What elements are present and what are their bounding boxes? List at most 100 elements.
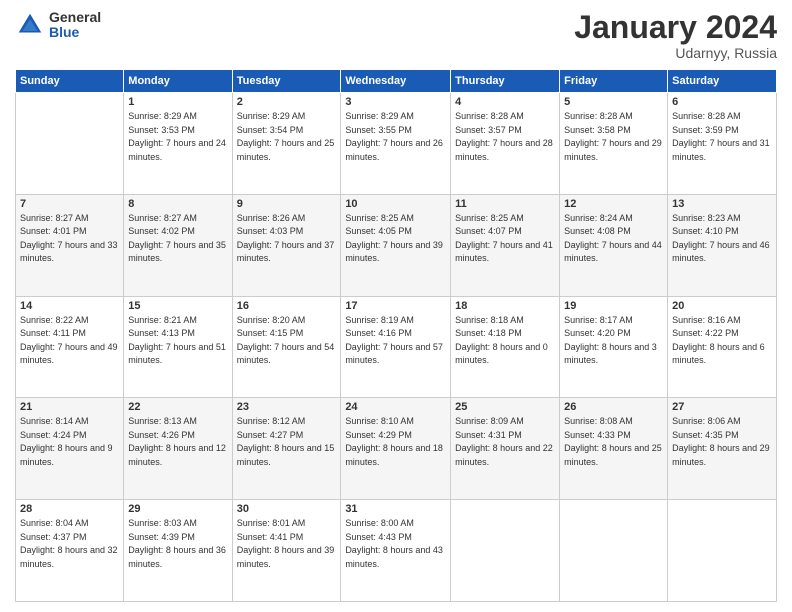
table-row: 17 Sunrise: 8:19 AM Sunset: 4:16 PM Dayl… — [341, 296, 451, 398]
sunset-text: Sunset: 4:43 PM — [345, 531, 446, 545]
day-info: Sunrise: 8:28 AM Sunset: 3:58 PM Dayligh… — [564, 110, 663, 164]
daylight-text: Daylight: 7 hours and 54 minutes. — [237, 341, 337, 368]
sunrise-text: Sunrise: 8:10 AM — [345, 415, 446, 429]
table-row: 21 Sunrise: 8:14 AM Sunset: 4:24 PM Dayl… — [16, 398, 124, 500]
sunset-text: Sunset: 4:05 PM — [345, 225, 446, 239]
table-row: 19 Sunrise: 8:17 AM Sunset: 4:20 PM Dayl… — [560, 296, 668, 398]
header: General Blue January 2024 Udarnyy, Russi… — [15, 10, 777, 61]
table-row: 26 Sunrise: 8:08 AM Sunset: 4:33 PM Dayl… — [560, 398, 668, 500]
table-row: 23 Sunrise: 8:12 AM Sunset: 4:27 PM Dayl… — [232, 398, 341, 500]
sunrise-text: Sunrise: 8:12 AM — [237, 415, 337, 429]
sunset-text: Sunset: 4:03 PM — [237, 225, 337, 239]
page: General Blue January 2024 Udarnyy, Russi… — [0, 0, 792, 612]
sunrise-text: Sunrise: 8:29 AM — [345, 110, 446, 124]
sunrise-text: Sunrise: 8:26 AM — [237, 212, 337, 226]
sunset-text: Sunset: 4:35 PM — [672, 429, 772, 443]
day-number: 25 — [455, 401, 555, 413]
day-info: Sunrise: 8:14 AM Sunset: 4:24 PM Dayligh… — [20, 415, 119, 469]
col-sunday: Sunday — [16, 70, 124, 93]
col-friday: Friday — [560, 70, 668, 93]
day-info: Sunrise: 8:27 AM Sunset: 4:01 PM Dayligh… — [20, 212, 119, 266]
logo-text: General Blue — [49, 10, 101, 41]
day-info: Sunrise: 8:28 AM Sunset: 3:59 PM Dayligh… — [672, 110, 772, 164]
day-number: 13 — [672, 198, 772, 210]
sunset-text: Sunset: 4:33 PM — [564, 429, 663, 443]
day-number: 29 — [128, 503, 227, 515]
calendar-table: Sunday Monday Tuesday Wednesday Thursday… — [15, 69, 777, 602]
daylight-text: Daylight: 7 hours and 29 minutes. — [564, 137, 663, 164]
daylight-text: Daylight: 7 hours and 57 minutes. — [345, 341, 446, 368]
sunset-text: Sunset: 3:54 PM — [237, 124, 337, 138]
table-row — [560, 500, 668, 602]
daylight-text: Daylight: 8 hours and 15 minutes. — [237, 442, 337, 469]
sunset-text: Sunset: 4:31 PM — [455, 429, 555, 443]
sunrise-text: Sunrise: 8:28 AM — [672, 110, 772, 124]
sunset-text: Sunset: 4:01 PM — [20, 225, 119, 239]
sunset-text: Sunset: 4:18 PM — [455, 327, 555, 341]
table-row — [451, 500, 560, 602]
day-number: 12 — [564, 198, 663, 210]
calendar-week-row: 1 Sunrise: 8:29 AM Sunset: 3:53 PM Dayli… — [16, 93, 777, 195]
table-row: 7 Sunrise: 8:27 AM Sunset: 4:01 PM Dayli… — [16, 194, 124, 296]
table-row: 5 Sunrise: 8:28 AM Sunset: 3:58 PM Dayli… — [560, 93, 668, 195]
table-row: 4 Sunrise: 8:28 AM Sunset: 3:57 PM Dayli… — [451, 93, 560, 195]
day-number: 28 — [20, 503, 119, 515]
calendar-week-row: 7 Sunrise: 8:27 AM Sunset: 4:01 PM Dayli… — [16, 194, 777, 296]
col-tuesday: Tuesday — [232, 70, 341, 93]
table-row: 24 Sunrise: 8:10 AM Sunset: 4:29 PM Dayl… — [341, 398, 451, 500]
daylight-text: Daylight: 8 hours and 12 minutes. — [128, 442, 227, 469]
sunset-text: Sunset: 4:22 PM — [672, 327, 772, 341]
daylight-text: Daylight: 7 hours and 41 minutes. — [455, 239, 555, 266]
sunrise-text: Sunrise: 8:14 AM — [20, 415, 119, 429]
table-row: 8 Sunrise: 8:27 AM Sunset: 4:02 PM Dayli… — [124, 194, 232, 296]
sunset-text: Sunset: 4:29 PM — [345, 429, 446, 443]
daylight-text: Daylight: 8 hours and 32 minutes. — [20, 544, 119, 571]
day-number: 14 — [20, 300, 119, 312]
day-number: 18 — [455, 300, 555, 312]
sunrise-text: Sunrise: 8:01 AM — [237, 517, 337, 531]
sunset-text: Sunset: 4:37 PM — [20, 531, 119, 545]
sunset-text: Sunset: 4:13 PM — [128, 327, 227, 341]
sunset-text: Sunset: 3:55 PM — [345, 124, 446, 138]
sunrise-text: Sunrise: 8:04 AM — [20, 517, 119, 531]
sunrise-text: Sunrise: 8:22 AM — [20, 314, 119, 328]
day-info: Sunrise: 8:06 AM Sunset: 4:35 PM Dayligh… — [672, 415, 772, 469]
day-number: 23 — [237, 401, 337, 413]
daylight-text: Daylight: 7 hours and 37 minutes. — [237, 239, 337, 266]
sunrise-text: Sunrise: 8:08 AM — [564, 415, 663, 429]
day-number: 22 — [128, 401, 227, 413]
sunset-text: Sunset: 4:02 PM — [128, 225, 227, 239]
table-row: 25 Sunrise: 8:09 AM Sunset: 4:31 PM Dayl… — [451, 398, 560, 500]
daylight-text: Daylight: 7 hours and 28 minutes. — [455, 137, 555, 164]
daylight-text: Daylight: 7 hours and 44 minutes. — [564, 239, 663, 266]
table-row: 18 Sunrise: 8:18 AM Sunset: 4:18 PM Dayl… — [451, 296, 560, 398]
daylight-text: Daylight: 7 hours and 31 minutes. — [672, 137, 772, 164]
day-info: Sunrise: 8:12 AM Sunset: 4:27 PM Dayligh… — [237, 415, 337, 469]
daylight-text: Daylight: 8 hours and 0 minutes. — [455, 341, 555, 368]
day-number: 31 — [345, 503, 446, 515]
daylight-text: Daylight: 7 hours and 24 minutes. — [128, 137, 227, 164]
sunrise-text: Sunrise: 8:03 AM — [128, 517, 227, 531]
daylight-text: Daylight: 8 hours and 3 minutes. — [564, 341, 663, 368]
sunset-text: Sunset: 4:39 PM — [128, 531, 227, 545]
table-row: 29 Sunrise: 8:03 AM Sunset: 4:39 PM Dayl… — [124, 500, 232, 602]
sunset-text: Sunset: 4:15 PM — [237, 327, 337, 341]
table-row: 1 Sunrise: 8:29 AM Sunset: 3:53 PM Dayli… — [124, 93, 232, 195]
day-number: 21 — [20, 401, 119, 413]
sunset-text: Sunset: 3:58 PM — [564, 124, 663, 138]
day-info: Sunrise: 8:19 AM Sunset: 4:16 PM Dayligh… — [345, 314, 446, 368]
daylight-text: Daylight: 7 hours and 26 minutes. — [345, 137, 446, 164]
table-row: 14 Sunrise: 8:22 AM Sunset: 4:11 PM Dayl… — [16, 296, 124, 398]
day-number: 26 — [564, 401, 663, 413]
day-number: 15 — [128, 300, 227, 312]
sunrise-text: Sunrise: 8:09 AM — [455, 415, 555, 429]
day-info: Sunrise: 8:20 AM Sunset: 4:15 PM Dayligh… — [237, 314, 337, 368]
daylight-text: Daylight: 8 hours and 22 minutes. — [455, 442, 555, 469]
day-number: 2 — [237, 96, 337, 108]
day-number: 5 — [564, 96, 663, 108]
day-info: Sunrise: 8:04 AM Sunset: 4:37 PM Dayligh… — [20, 517, 119, 571]
title-block: January 2024 Udarnyy, Russia — [574, 10, 777, 61]
col-thursday: Thursday — [451, 70, 560, 93]
sunrise-text: Sunrise: 8:06 AM — [672, 415, 772, 429]
sunset-text: Sunset: 4:11 PM — [20, 327, 119, 341]
